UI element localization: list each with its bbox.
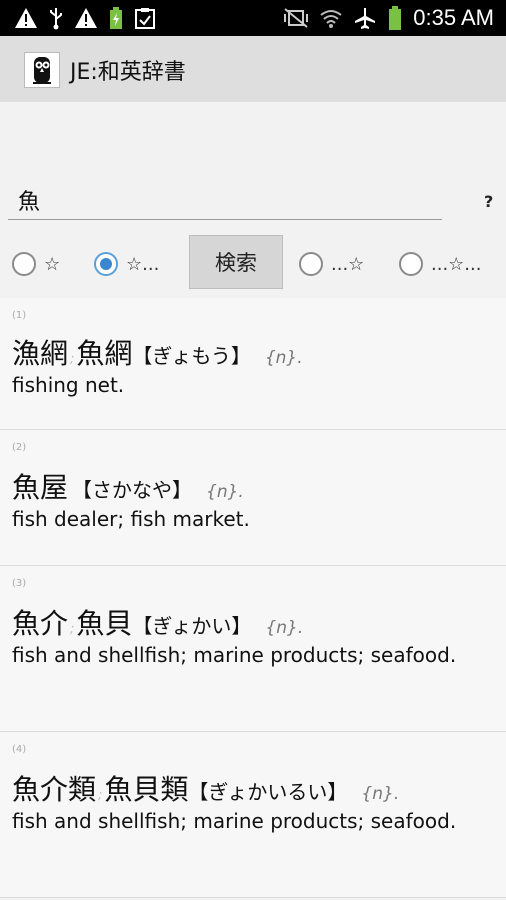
match-exact-option[interactable]: ☆ xyxy=(12,248,60,280)
airplane-mode-icon xyxy=(355,8,376,29)
result-separator: ; xyxy=(70,352,75,367)
result-number: (4) xyxy=(12,744,27,755)
result-kanji: 魚屋 xyxy=(12,471,69,504)
result-reading: 【ぎょもう】 xyxy=(132,344,251,368)
result-separator: ; xyxy=(98,788,103,803)
result-headword: 魚介 ;魚貝【ぎょかい】 {n}. xyxy=(12,602,303,642)
match-prefix-label: ☆... xyxy=(126,253,160,275)
result-item[interactable]: (2) 魚屋 【さかなや】 {n}. fish dealer; fish marke… xyxy=(0,430,506,566)
result-gloss: fishing net. xyxy=(12,373,125,397)
warning-icon xyxy=(75,8,97,28)
result-gloss: fish and shellfish; marine products; sea… xyxy=(12,643,457,667)
result-number: (1) xyxy=(12,310,27,321)
status-time: 0:35 AM xyxy=(413,5,494,30)
help-button[interactable]: ? xyxy=(484,192,493,211)
match-contains-option[interactable]: ...☆... xyxy=(399,248,481,280)
status-bar-notifications xyxy=(14,5,156,31)
status-bar-system: 0:35 AM xyxy=(283,5,494,31)
search-field xyxy=(8,180,442,224)
battery-charging-icon xyxy=(110,7,122,29)
radio-prefix[interactable] xyxy=(94,252,118,276)
match-suffix-option[interactable]: ...☆ xyxy=(299,248,364,280)
results-list: (1) 漁網 ;魚網【ぎょもう】 {n}. fishing net. (2) 魚屋【… xyxy=(0,298,506,898)
result-gloss: fish and shellfish; marine products; sea… xyxy=(12,809,457,833)
battery-icon xyxy=(389,6,402,30)
result-item[interactable]: (1) 漁網 ;魚網【ぎょもう】 {n}. fishing net. xyxy=(0,298,506,430)
result-kanji: 魚介 xyxy=(12,607,69,640)
result-reading: 【ぎょかいるい】 xyxy=(188,780,348,804)
clipboard-icon xyxy=(135,8,155,29)
warning-icon xyxy=(15,8,37,28)
result-item[interactable]: (3) 魚介 ;魚貝【ぎょかい】 {n}. fish and shellfish; … xyxy=(0,566,506,732)
result-pos: {n}. xyxy=(264,348,303,368)
result-headword: 魚屋 【さかなや】 {n}. xyxy=(12,466,244,506)
result-headword: 漁網 ;魚網【ぎょもう】 {n}. xyxy=(12,332,303,372)
match-contains-label: ...☆... xyxy=(431,253,482,275)
result-kanji: 漁網 xyxy=(12,337,69,370)
match-suffix-label: ...☆ xyxy=(331,253,365,275)
result-item[interactable]: (4) 魚介類 ;魚貝類【ぎょかいるい】 {n}. fish and shellfi… xyxy=(0,732,506,898)
radio-suffix[interactable] xyxy=(299,252,323,276)
result-pos: {n}. xyxy=(206,482,244,502)
result-kanji-alt: 魚貝類 xyxy=(104,773,189,806)
match-exact-label: ☆ xyxy=(44,253,61,275)
mute-vibrate-icon xyxy=(284,8,309,28)
app-title: JE:和英辞書 xyxy=(70,60,186,85)
result-reading: 【ぎょかい】 xyxy=(132,614,252,638)
result-kanji: 魚介類 xyxy=(12,773,97,806)
result-gloss: fish dealer; fish market. xyxy=(12,507,250,531)
match-prefix-option[interactable]: ☆... xyxy=(94,248,159,280)
result-kanji-alt: 魚網 xyxy=(76,337,133,370)
app-bar: JE:和英辞書 xyxy=(0,36,506,102)
result-headword: 魚介類 ;魚貝類【ぎょかいるい】 {n}. xyxy=(12,768,399,808)
search-button[interactable]: 検索 xyxy=(189,235,283,289)
wifi-icon xyxy=(320,10,342,28)
result-pos: {n}. xyxy=(361,784,400,804)
radio-exact[interactable] xyxy=(12,252,36,276)
owl-app-icon[interactable] xyxy=(24,52,60,88)
result-kanji-alt: 魚貝 xyxy=(76,607,133,640)
radio-contains[interactable] xyxy=(399,252,423,276)
result-pos: {n}. xyxy=(265,618,304,638)
search-input[interactable] xyxy=(8,180,442,220)
result-number: (3) xyxy=(12,578,27,589)
status-bar: 0:35 AM xyxy=(0,0,506,36)
result-number: (2) xyxy=(12,442,27,453)
result-separator: ; xyxy=(70,622,75,637)
result-reading: 【さかなや】 xyxy=(72,478,193,502)
usb-icon xyxy=(50,8,62,30)
